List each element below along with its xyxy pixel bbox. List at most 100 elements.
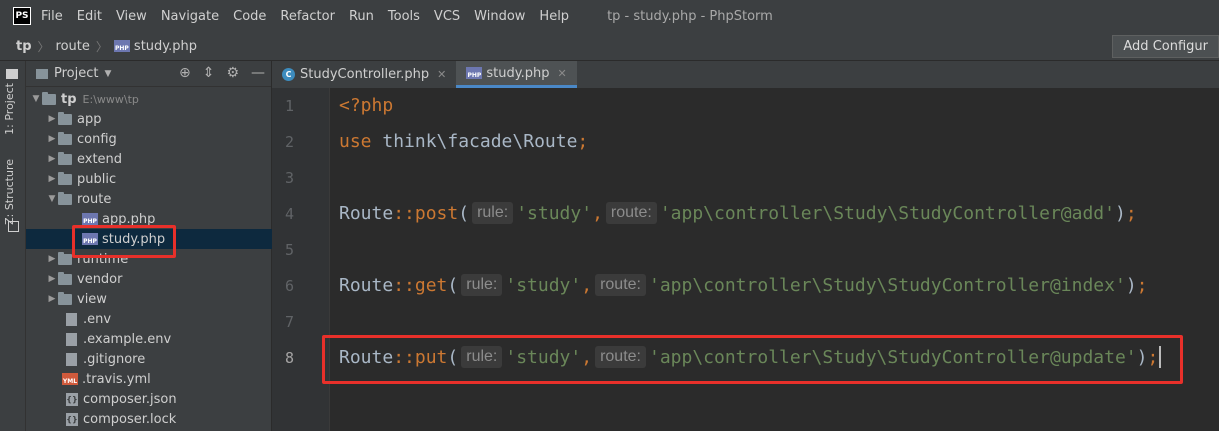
breadcrumb-study-php[interactable]: study.php	[134, 39, 197, 54]
close-icon[interactable]: ✕	[437, 68, 446, 81]
tree-item-app[interactable]: ▶ app	[26, 109, 291, 129]
breadcrumb-route[interactable]: route	[56, 39, 90, 54]
tree-item-extend[interactable]: ▶ extend	[26, 149, 291, 169]
close-icon[interactable]: ✕	[557, 67, 566, 80]
paren: (	[447, 346, 459, 368]
project-tool-tab[interactable]: 1: Project	[3, 83, 16, 135]
chevron-down-icon[interactable]: ▼	[104, 69, 111, 79]
line-number: 6	[284, 277, 294, 295]
param-hint-rule: rule:	[472, 202, 514, 224]
collapsed-arrow-icon[interactable]: ▶	[46, 294, 58, 304]
menu-navigate[interactable]: Navigate	[161, 9, 219, 24]
folder-icon	[58, 131, 72, 145]
tree-item-label: composer.json	[83, 391, 177, 407]
line-number: 2	[284, 133, 294, 151]
semicolon: ;	[577, 130, 589, 152]
tree-item-public[interactable]: ▶ public	[26, 169, 291, 189]
line-number: 5	[284, 241, 294, 259]
collapse-all-icon[interactable]: ⇕	[203, 65, 215, 81]
tree-root[interactable]: ▼ tp E:\www\tp	[26, 89, 275, 109]
tree-item-composer-lock[interactable]: {} composer.lock	[26, 409, 311, 429]
structure-tool-tab[interactable]: Z: Structure	[3, 159, 16, 225]
line-number: 4	[284, 205, 294, 223]
route-class: Route	[339, 346, 394, 368]
breadcrumb-tp[interactable]: tp	[16, 39, 32, 54]
collapsed-arrow-icon[interactable]: ▶	[46, 114, 58, 124]
menu-tools[interactable]: Tools	[388, 9, 420, 24]
line-number: 1	[284, 97, 294, 115]
tree-item-travis-yml[interactable]: YML .travis.yml	[26, 369, 307, 389]
menu-vcs[interactable]: VCS	[434, 9, 460, 24]
tree-item-route[interactable]: ▼ route	[26, 189, 291, 209]
tree-root-path: E:\www\tp	[82, 92, 139, 106]
menu-file[interactable]: File	[41, 9, 63, 24]
code-editor[interactable]: <?php use think\facade\Route; Route:: pos…	[330, 88, 1219, 431]
menu-bar: PS File Edit View Navigate Code Refactor…	[0, 0, 1219, 32]
keyword-use: use	[339, 130, 372, 152]
json-file-icon: {}	[66, 412, 78, 426]
php-file-icon: PHP	[82, 233, 98, 245]
string-rule: 'study'	[516, 202, 593, 224]
folder-icon	[58, 251, 72, 265]
collapsed-arrow-icon[interactable]: ▶	[46, 134, 58, 144]
gear-icon[interactable]: ⚙	[226, 65, 239, 81]
expanded-arrow-icon[interactable]: ▼	[30, 94, 42, 104]
menu-run[interactable]: Run	[349, 9, 374, 24]
tree-item-label: route	[77, 191, 112, 207]
route-class: Route	[339, 202, 394, 224]
string-rule: 'study'	[505, 274, 582, 296]
paren: )	[1136, 346, 1148, 368]
folder-icon	[42, 91, 56, 105]
menu-window[interactable]: Window	[474, 9, 525, 24]
editor-tab-bar: C StudyController.php ✕ PHP study.php ✕	[272, 61, 1219, 89]
tree-item-vendor[interactable]: ▶ vendor	[26, 269, 291, 289]
php-file-icon: PHP	[82, 213, 98, 225]
param-hint-route: route:	[605, 202, 657, 224]
text-file-icon	[66, 332, 77, 346]
collapsed-arrow-icon[interactable]: ▶	[46, 254, 58, 264]
text-file-icon	[66, 352, 77, 366]
tree-item-label: view	[77, 291, 107, 307]
yml-file-icon: YML	[62, 373, 78, 385]
tree-item-label: study.php	[102, 231, 166, 247]
tab-label: StudyController.php	[300, 67, 430, 82]
php-file-icon: PHP	[466, 67, 483, 79]
code-line-1: <?php	[339, 90, 393, 120]
add-configuration-button[interactable]: Add Configur	[1112, 35, 1219, 58]
scope-operator: ::	[393, 274, 415, 296]
expanded-arrow-icon[interactable]: ▼	[46, 194, 58, 204]
menu-refactor[interactable]: Refactor	[280, 9, 335, 24]
tree-item-example-env[interactable]: .example.env	[26, 329, 311, 349]
tab-studycontroller[interactable]: C StudyController.php ✕	[272, 61, 456, 88]
collapsed-arrow-icon[interactable]: ▶	[46, 174, 58, 184]
collapsed-arrow-icon[interactable]: ▶	[46, 274, 58, 284]
phpstorm-logo-icon: PS	[13, 7, 31, 25]
left-tool-strip: 1: Project Z: Structure	[0, 61, 26, 431]
line-number: 3	[284, 169, 294, 187]
tree-item-composer-json[interactable]: {} composer.json	[26, 389, 311, 409]
text-file-icon	[66, 312, 77, 326]
tree-item-label: vendor	[77, 271, 123, 287]
tree-item-config[interactable]: ▶ config	[26, 129, 291, 149]
minimize-icon[interactable]: —	[251, 65, 265, 81]
tree-item-runtime[interactable]: ▶ runtime	[26, 249, 291, 269]
tree-item-label: runtime	[77, 251, 129, 267]
tree-item-gitignore[interactable]: .gitignore	[26, 349, 311, 369]
comma: ,	[581, 346, 593, 368]
menu-view[interactable]: View	[116, 9, 147, 24]
project-panel-title[interactable]: Project	[54, 66, 98, 81]
method-get: get	[414, 274, 448, 296]
menu-edit[interactable]: Edit	[77, 9, 102, 24]
string-route: 'app\controller\Study\StudyController@ad…	[659, 202, 1115, 224]
locate-icon[interactable]: ⊕	[179, 65, 191, 81]
menu-help[interactable]: Help	[539, 9, 569, 24]
tab-study-php[interactable]: PHP study.php ✕	[456, 61, 577, 88]
menu-code[interactable]: Code	[233, 9, 266, 24]
route-class: Route	[339, 274, 394, 296]
collapsed-arrow-icon[interactable]: ▶	[46, 154, 58, 164]
tree-item-view[interactable]: ▶ view	[26, 289, 291, 309]
tree-item-label: app.php	[102, 211, 156, 227]
tree-item-env[interactable]: .env	[26, 309, 311, 329]
folder-icon	[58, 111, 72, 125]
json-file-icon: {}	[66, 392, 78, 406]
